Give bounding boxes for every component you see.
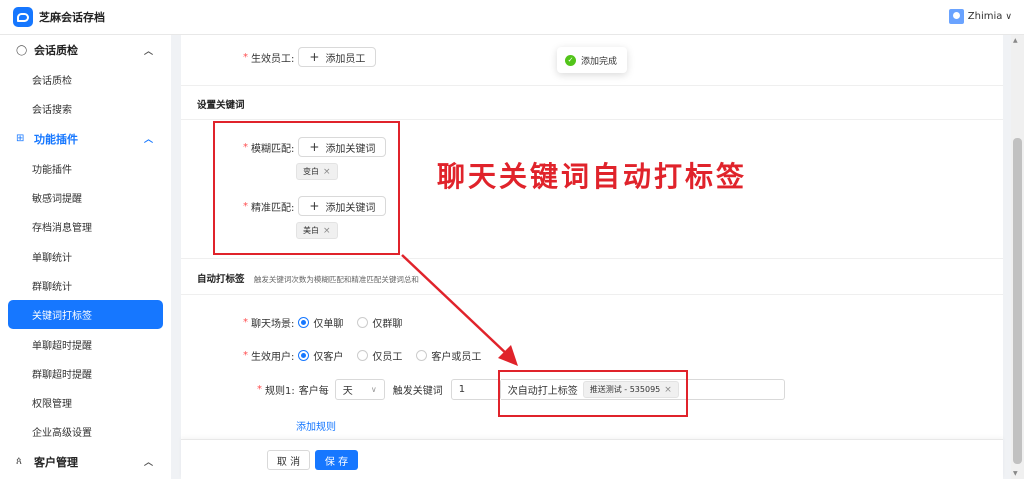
radio-label: 仅群聊 xyxy=(372,319,403,330)
app-title: 芝麻会话存档 xyxy=(39,11,105,24)
required-mark: * xyxy=(243,51,248,63)
radio-dot xyxy=(298,317,310,328)
app-logo-icon xyxy=(13,7,33,27)
radio-dot xyxy=(357,317,369,328)
cancel-button[interactable]: 取 消 xyxy=(267,450,310,470)
sidebar-item-archive-messages[interactable]: 存档消息管理 xyxy=(0,212,171,241)
chat-scene-label: 聊天场景: xyxy=(251,319,295,330)
rule-prefix: 客户每 xyxy=(298,386,329,397)
add-rule-link[interactable]: 添加规则 xyxy=(296,418,336,433)
auto-tag-title: 自动打标签 xyxy=(197,274,245,285)
sidebar-item-group-chat-timeout[interactable]: 群聊超时提醒 xyxy=(0,359,171,388)
plus-icon: + xyxy=(309,50,320,64)
keywords-section-title: 设置关键词 xyxy=(197,100,245,111)
auto-tag-subtitle: 触发关键词次数为模糊匹配和精准匹配关键词总和 xyxy=(253,275,419,284)
divider xyxy=(181,258,1003,259)
scroll-down-icon[interactable]: ▼ xyxy=(1013,470,1018,477)
sidebar-item-enterprise-settings[interactable]: 企业高级设置 xyxy=(0,417,171,446)
radio-dot xyxy=(416,350,428,361)
sidebar-item-single-chat-stats[interactable]: 单聊统计 xyxy=(0,241,171,270)
scrollbar-thumb[interactable] xyxy=(1013,138,1022,464)
annotation-text: 聊天关键词自动打标签 xyxy=(437,160,748,193)
radio-staff-only[interactable]: 仅员工 xyxy=(357,348,402,363)
sidebar-item-keyword-tagging[interactable]: 关键词打标签 xyxy=(8,300,163,330)
sidebar-item-session-qc[interactable]: 会话质检 xyxy=(0,65,171,94)
grid-icon: ⊞ xyxy=(16,133,25,145)
required-mark: * xyxy=(243,317,248,328)
save-button[interactable]: 保 存 xyxy=(315,450,358,470)
user-menu[interactable]: Zhimia ∨ xyxy=(948,9,1012,24)
sidebar-section-label: 功能插件 xyxy=(34,132,78,146)
toast-text: 添加完成 xyxy=(581,56,618,67)
scroll-up-icon[interactable]: ▲ xyxy=(1013,37,1018,44)
effective-staff-label: 生效员工: xyxy=(251,53,295,65)
trigger-count-input[interactable]: 1 xyxy=(450,379,501,400)
effective-staff-row: * 生效员工: + 添加员工 xyxy=(243,47,377,67)
radio-label: 客户或员工 xyxy=(431,352,482,363)
chevron-up-icon: ︿ xyxy=(143,135,153,146)
sidebar-item-plugins[interactable]: 功能插件 xyxy=(0,154,171,183)
sidebar: ◯ 会话质检 ︿ 会话质检 会话搜索 ⊞ 功能插件 ︿ 功能插件 敏感词提醒 存… xyxy=(0,35,171,479)
success-toast: ✓ 添加完成 xyxy=(557,47,627,73)
add-staff-button[interactable]: + 添加员工 xyxy=(298,47,377,67)
chevron-down-icon: ∨ xyxy=(1005,11,1012,22)
user-avatar-icon xyxy=(948,9,964,24)
add-staff-label: 添加员工 xyxy=(325,53,366,65)
divider xyxy=(181,294,1003,295)
radio-label: 仅员工 xyxy=(372,352,403,363)
sidebar-section-label: 客户管理 xyxy=(34,455,78,469)
sidebar-item-group-chat-stats[interactable]: 群聊统计 xyxy=(0,271,171,300)
radio-single-chat[interactable]: 仅单聊 xyxy=(298,315,343,330)
sidebar-item-single-chat-timeout[interactable]: 单聊超时提醒 xyxy=(0,329,171,358)
radio-dot xyxy=(357,350,369,361)
radio-label: 仅客户 xyxy=(313,352,344,363)
annotation-box-keywords xyxy=(213,121,400,255)
trigger-count-value: 1 xyxy=(458,384,466,395)
divider xyxy=(181,119,1003,120)
radio-dot xyxy=(298,350,310,361)
bottom-action-bar: 取 消 保 存 xyxy=(181,439,1003,479)
radio-label: 仅单聊 xyxy=(313,319,344,330)
divider xyxy=(181,85,1003,86)
effective-users-row: * 生效用户: 仅客户 仅员工 客户或员工 xyxy=(243,348,495,363)
user-name: Zhimia xyxy=(967,11,1003,22)
sidebar-section-session-qc[interactable]: ◯ 会话质检 ︿ xyxy=(0,35,171,65)
trigger-label: 触发关键词 xyxy=(392,386,443,397)
radio-customers-only[interactable]: 仅客户 xyxy=(298,348,343,363)
radio-customer-or-staff[interactable]: 客户或员工 xyxy=(416,348,481,363)
effective-users-label: 生效用户: xyxy=(251,352,295,363)
radio-group-chat[interactable]: 仅群聊 xyxy=(357,315,402,330)
sidebar-section-label: 会话质检 xyxy=(34,44,78,57)
top-bar: 芝麻会话存档 Zhimia ∨ xyxy=(0,0,1024,35)
auto-tag-section-title: 自动打标签 触发关键词次数为模糊匹配和精准匹配关键词总和 xyxy=(197,271,419,285)
sidebar-section-plugins[interactable]: ⊞ 功能插件 ︿ xyxy=(0,124,171,154)
rule-label: 规则1: xyxy=(265,386,295,397)
sidebar-item-session-search[interactable]: 会话搜索 xyxy=(0,94,171,123)
required-mark: * xyxy=(243,350,248,361)
chat-scene-row: * 聊天场景: 仅单聊 仅群聊 xyxy=(243,315,416,330)
chevron-up-icon: ︿ xyxy=(143,46,153,57)
period-select[interactable]: 天 ∨ xyxy=(334,379,385,400)
chevron-down-icon: ∨ xyxy=(370,385,377,394)
sidebar-section-customers[interactable]: ጰ 客户管理 ︿ xyxy=(0,447,171,477)
annotation-box-tag xyxy=(498,370,688,417)
sidebar-item-permissions[interactable]: 权限管理 xyxy=(0,388,171,417)
period-value: 天 xyxy=(342,386,353,397)
scrollbar[interactable]: ▲ ▼ xyxy=(1011,35,1024,479)
chat-bubble-icon: ◯ xyxy=(16,44,28,56)
users-icon: ጰ xyxy=(16,456,22,468)
chevron-up-icon: ︿ xyxy=(143,458,153,469)
required-mark: * xyxy=(257,384,262,395)
check-circle-icon: ✓ xyxy=(565,54,576,66)
sidebar-item-sensitive-words[interactable]: 敏感词提醒 xyxy=(0,183,171,212)
